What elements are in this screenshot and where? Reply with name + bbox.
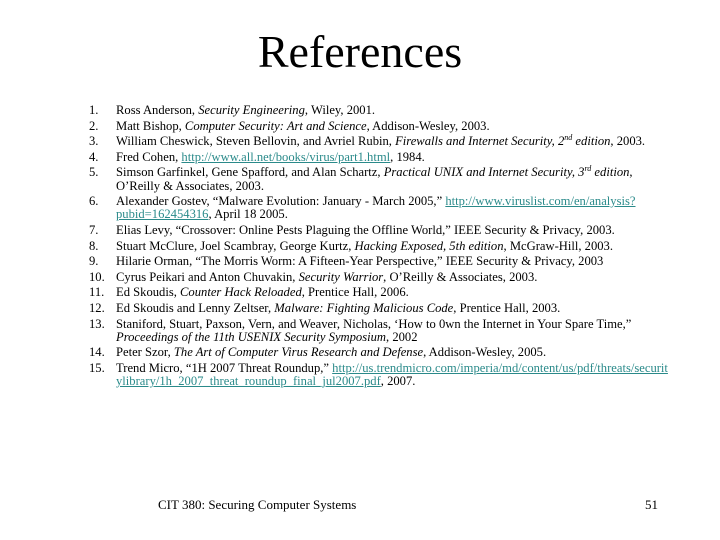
reference-title: Hacking Exposed, 5th edition bbox=[354, 238, 504, 253]
reference-list: 1. Ross Anderson, Security Engineering, W… bbox=[89, 103, 670, 391]
reference-item: 11. Ed Skoudis, Counter Hack Reloaded, Pr… bbox=[89, 285, 670, 300]
reference-authors: Elias Levy, “Crossover: Online Pests Pla… bbox=[116, 222, 615, 237]
reference-item: 13. Staniford, Stuart, Paxson, Vern, and … bbox=[89, 316, 670, 344]
reference-item: 6. Alexander Gostev, “Malware Evolution: … bbox=[89, 194, 670, 222]
reference-item: 10. Cyrus Peikari and Anton Chuvakin, Sec… bbox=[89, 269, 670, 284]
reference-number: 2. bbox=[89, 118, 99, 133]
reference-title: The Art of Computer Virus Research and D… bbox=[173, 345, 424, 360]
reference-number: 5. bbox=[89, 165, 99, 180]
reference-item: 14. Peter Szor, The Art of Computer Virus… bbox=[89, 345, 670, 360]
reference-title-text: Firewalls and Internet Security, 2 bbox=[395, 134, 565, 149]
reference-number: 6. bbox=[89, 194, 99, 209]
reference-link[interactable]: http://www.all.net/books/virus/part1.htm… bbox=[181, 150, 390, 164]
reference-title-text: edition bbox=[572, 134, 611, 149]
reference-authors: Ed Skoudis and Lenny Zeltser, bbox=[116, 300, 275, 315]
reference-authors: Matt Bishop, bbox=[116, 118, 185, 133]
reference-authors: Ross Anderson, bbox=[116, 103, 199, 117]
reference-item: 2. Matt Bishop, Computer Security: Art an… bbox=[89, 118, 670, 133]
reference-authors: Ed Skoudis, bbox=[116, 285, 181, 300]
reference-publisher: , April 18 2005. bbox=[208, 207, 288, 222]
reference-item: 5. Simson Garfinkel, Gene Spafford, and A… bbox=[89, 165, 670, 192]
reference-authors: Simson Garfinkel, Gene Spafford, and Ala… bbox=[116, 165, 384, 180]
reference-title: Firewalls and Internet Security, 2nd edi… bbox=[395, 134, 610, 148]
reference-publisher: , Prentice Hall, 2003. bbox=[453, 300, 561, 315]
reference-item: 1. Ross Anderson, Security Engineering, W… bbox=[89, 103, 670, 117]
reference-item: 15. Trend Micro, “1H 2007 Threat Roundup,… bbox=[89, 360, 670, 389]
reference-number: 9. bbox=[89, 254, 99, 269]
reference-number: 7. bbox=[89, 222, 99, 237]
reference-number: 4. bbox=[89, 149, 99, 164]
reference-number: 1. bbox=[89, 103, 99, 117]
reference-title: Proceedings of the 11th USENIX Security … bbox=[116, 329, 387, 344]
reference-number: 12. bbox=[89, 300, 105, 315]
reference-item: 8. Stuart McClure, Joel Scambray, George … bbox=[89, 238, 670, 253]
reference-authors: Trend Micro, “1H 2007 Threat Roundup,” bbox=[116, 360, 333, 375]
reference-title: Security Warrior bbox=[298, 269, 384, 284]
reference-number: 8. bbox=[89, 238, 99, 253]
reference-number: 14. bbox=[89, 345, 105, 360]
reference-title: Security Engineering bbox=[198, 103, 305, 117]
reference-authors: Staniford, Stuart, Paxson, Vern, and Wea… bbox=[116, 316, 632, 331]
reference-title: Computer Security: Art and Science bbox=[184, 118, 367, 133]
reference-title-text: Practical UNIX and Internet Security, 3 bbox=[383, 165, 585, 180]
reference-item: 9. Hilarie Orman, “The Morris Worm: A Fif… bbox=[89, 254, 670, 269]
reference-authors: Peter Szor, bbox=[116, 345, 174, 360]
reference-authors: Cyrus Peikari and Anton Chuvakin, bbox=[116, 269, 299, 284]
reference-authors: William Cheswick, Steven Bellovin, and A… bbox=[116, 134, 396, 149]
reference-publisher: , Addison-Wesley, 2005. bbox=[423, 345, 547, 360]
slide-title: References bbox=[257, 26, 463, 77]
reference-publisher: , 2007. bbox=[380, 374, 416, 389]
page-number: 51 bbox=[645, 497, 658, 512]
reference-title: Practical UNIX and Internet Security, 3r… bbox=[384, 165, 630, 179]
reference-authors: Hilarie Orman, “The Morris Worm: A Fifte… bbox=[116, 254, 604, 269]
reference-publisher: , 1984. bbox=[390, 149, 425, 164]
reference-item: 12. Ed Skoudis and Lenny Zeltser, Malware… bbox=[89, 300, 670, 315]
reference-number: 13. bbox=[89, 316, 105, 331]
reference-item: 4. Fred Cohen, http://www.all.net/books/v… bbox=[89, 149, 670, 164]
reference-publisher: , 2002 bbox=[386, 329, 418, 344]
reference-publisher: , Wiley, 2001. bbox=[304, 103, 376, 117]
reference-number: 10. bbox=[89, 269, 105, 284]
reference-title: Counter Hack Reloaded bbox=[180, 285, 302, 300]
slide-footer: CIT 380: Securing Computer Systems bbox=[158, 497, 357, 512]
reference-title: Malware: Fighting Malicious Code bbox=[274, 300, 454, 315]
reference-number: 11. bbox=[89, 285, 105, 300]
reference-number: 15. bbox=[89, 360, 105, 375]
reference-publisher: , McGraw-Hill, 2003. bbox=[503, 238, 614, 253]
reference-authors: Stuart McClure, Joel Scambray, George Ku… bbox=[116, 238, 355, 253]
reference-publisher: , O’Reilly & Associates, 2003. bbox=[383, 269, 538, 284]
reference-authors: Fred Cohen, bbox=[116, 149, 182, 164]
reference-authors: Alexander Gostev, “Malware Evolution: Ja… bbox=[116, 194, 446, 209]
reference-title-text: edition bbox=[591, 165, 630, 180]
reference-publisher: , 2003. bbox=[610, 134, 646, 149]
reference-number: 3. bbox=[89, 134, 99, 149]
reference-item: 7. Elias Levy, “Crossover: Online Pests P… bbox=[89, 222, 670, 237]
reference-publisher: , Addison-Wesley, 2003. bbox=[366, 118, 490, 133]
reference-item: 3. William Cheswick, Steven Bellovin, and… bbox=[89, 134, 670, 149]
reference-publisher: , Prentice Hall, 2006. bbox=[301, 285, 409, 300]
